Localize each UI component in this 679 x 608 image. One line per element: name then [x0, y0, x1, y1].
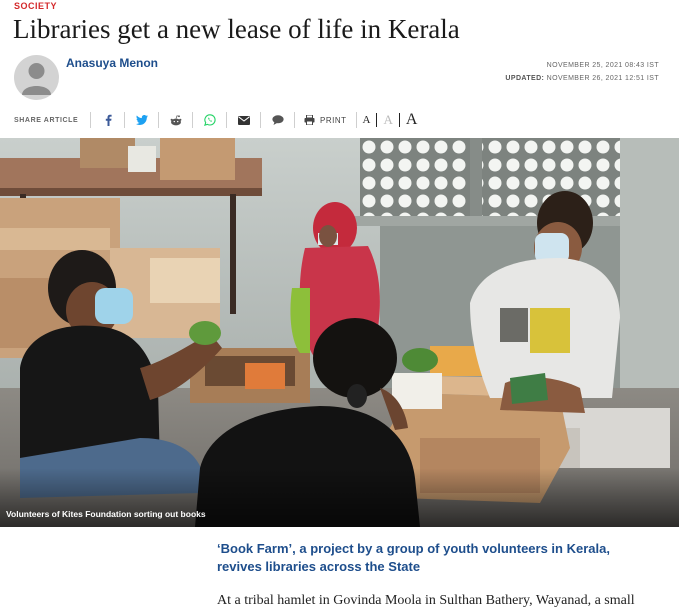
- updated-label: UPDATED:: [505, 75, 545, 82]
- twitter-icon: [135, 115, 148, 125]
- printer-icon: [304, 115, 315, 125]
- share-facebook-button[interactable]: [91, 110, 124, 130]
- comment-icon: [271, 115, 284, 125]
- print-label: PRINT: [320, 115, 347, 125]
- share-reddit-button[interactable]: [159, 110, 192, 130]
- updated-date-row: UPDATED: NOVEMBER 26, 2021 12:51 IST: [505, 72, 659, 85]
- image-caption: Volunteers of Kites Foundation sorting o…: [6, 509, 206, 519]
- article-subtitle: ‘Book Farm’, a project by a group of you…: [217, 541, 610, 574]
- article-photo: Volunteers of Kites Foundation sorting o…: [0, 138, 679, 527]
- reddit-icon: [170, 114, 181, 125]
- share-toolbar: SHARE ARTICLE PRINT A A A: [14, 107, 679, 133]
- author-link[interactable]: Anasuya Menon: [66, 56, 158, 70]
- font-size-medium-button[interactable]: A: [377, 110, 398, 130]
- font-size-small-button[interactable]: A: [357, 110, 377, 130]
- whatsapp-icon: [203, 114, 216, 126]
- font-size-large-button[interactable]: A: [400, 110, 424, 130]
- share-twitter-button[interactable]: [125, 110, 158, 130]
- article-dates: NOVEMBER 25, 2021 08:43 IST UPDATED: NOV…: [505, 59, 659, 85]
- published-date: NOVEMBER 25, 2021 08:43 IST: [546, 62, 659, 69]
- comments-button[interactable]: [261, 110, 294, 130]
- updated-date: NOVEMBER 26, 2021 12:51 IST: [546, 75, 659, 82]
- share-email-button[interactable]: [227, 110, 260, 130]
- article-body: At a tribal hamlet in Govinda Moola in S…: [217, 593, 635, 608]
- user-icon: [22, 63, 51, 95]
- share-label: SHARE ARTICLE: [14, 116, 79, 124]
- share-whatsapp-button[interactable]: [193, 110, 226, 130]
- section-label[interactable]: SOCIETY: [14, 1, 57, 11]
- avatar: [14, 55, 59, 100]
- article-title: Libraries get a new lease of life in Ker…: [13, 14, 460, 44]
- facebook-icon: [105, 114, 112, 126]
- volunteers-photo: [0, 138, 679, 527]
- print-button[interactable]: PRINT: [295, 115, 356, 125]
- email-icon: [237, 115, 250, 125]
